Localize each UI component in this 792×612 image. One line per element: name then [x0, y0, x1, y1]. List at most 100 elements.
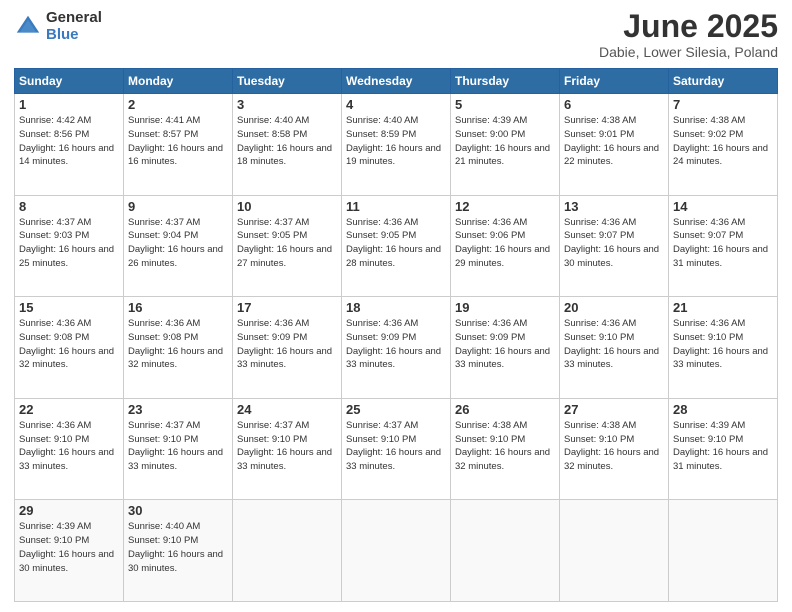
day-detail: Sunrise: 4:39 AMSunset: 9:10 PMDaylight:… — [19, 521, 114, 573]
header-sunday: Sunday — [15, 69, 124, 94]
day-cell — [451, 500, 560, 602]
header-monday: Monday — [124, 69, 233, 94]
day-cell — [342, 500, 451, 602]
day-cell — [560, 500, 669, 602]
header-thursday: Thursday — [451, 69, 560, 94]
day-cell: 5 Sunrise: 4:39 AMSunset: 9:00 PMDayligh… — [451, 94, 560, 196]
logo: General Blue — [14, 10, 102, 43]
day-detail: Sunrise: 4:36 AMSunset: 9:09 PMDaylight:… — [455, 318, 550, 370]
day-number: 17 — [237, 300, 337, 315]
day-detail: Sunrise: 4:36 AMSunset: 9:06 PMDaylight:… — [455, 217, 550, 269]
calendar-header-row: SundayMondayTuesdayWednesdayThursdayFrid… — [15, 69, 778, 94]
day-detail: Sunrise: 4:36 AMSunset: 9:10 PMDaylight:… — [673, 318, 768, 370]
day-detail: Sunrise: 4:38 AMSunset: 9:10 PMDaylight:… — [564, 420, 659, 472]
day-detail: Sunrise: 4:41 AMSunset: 8:57 PMDaylight:… — [128, 115, 223, 167]
day-cell: 25 Sunrise: 4:37 AMSunset: 9:10 PMDaylig… — [342, 398, 451, 500]
logo-blue-text: Blue — [46, 27, 102, 44]
day-cell — [669, 500, 778, 602]
day-detail: Sunrise: 4:38 AMSunset: 9:01 PMDaylight:… — [564, 115, 659, 167]
day-cell: 9 Sunrise: 4:37 AMSunset: 9:04 PMDayligh… — [124, 195, 233, 297]
day-number: 22 — [19, 402, 119, 417]
day-number: 26 — [455, 402, 555, 417]
day-number: 30 — [128, 503, 228, 518]
day-number: 18 — [346, 300, 446, 315]
day-number: 14 — [673, 199, 773, 214]
day-number: 23 — [128, 402, 228, 417]
logo-icon — [14, 13, 42, 41]
day-number: 8 — [19, 199, 119, 214]
header-saturday: Saturday — [669, 69, 778, 94]
day-detail: Sunrise: 4:36 AMSunset: 9:07 PMDaylight:… — [564, 217, 659, 269]
day-number: 1 — [19, 97, 119, 112]
day-cell: 28 Sunrise: 4:39 AMSunset: 9:10 PMDaylig… — [669, 398, 778, 500]
header: General Blue June 2025 Dabie, Lower Sile… — [14, 10, 778, 60]
day-cell: 27 Sunrise: 4:38 AMSunset: 9:10 PMDaylig… — [560, 398, 669, 500]
day-detail: Sunrise: 4:36 AMSunset: 9:05 PMDaylight:… — [346, 217, 441, 269]
page: General Blue June 2025 Dabie, Lower Sile… — [0, 0, 792, 612]
week-row-1: 8 Sunrise: 4:37 AMSunset: 9:03 PMDayligh… — [15, 195, 778, 297]
day-cell: 15 Sunrise: 4:36 AMSunset: 9:08 PMDaylig… — [15, 297, 124, 399]
day-cell: 29 Sunrise: 4:39 AMSunset: 9:10 PMDaylig… — [15, 500, 124, 602]
day-cell: 20 Sunrise: 4:36 AMSunset: 9:10 PMDaylig… — [560, 297, 669, 399]
day-cell: 30 Sunrise: 4:40 AMSunset: 9:10 PMDaylig… — [124, 500, 233, 602]
day-number: 9 — [128, 199, 228, 214]
day-cell: 18 Sunrise: 4:36 AMSunset: 9:09 PMDaylig… — [342, 297, 451, 399]
week-row-4: 29 Sunrise: 4:39 AMSunset: 9:10 PMDaylig… — [15, 500, 778, 602]
day-cell: 11 Sunrise: 4:36 AMSunset: 9:05 PMDaylig… — [342, 195, 451, 297]
day-cell — [233, 500, 342, 602]
day-detail: Sunrise: 4:42 AMSunset: 8:56 PMDaylight:… — [19, 115, 114, 167]
week-row-3: 22 Sunrise: 4:36 AMSunset: 9:10 PMDaylig… — [15, 398, 778, 500]
day-number: 28 — [673, 402, 773, 417]
day-number: 21 — [673, 300, 773, 315]
title-section: June 2025 Dabie, Lower Silesia, Poland — [599, 10, 778, 60]
day-number: 15 — [19, 300, 119, 315]
day-cell: 17 Sunrise: 4:36 AMSunset: 9:09 PMDaylig… — [233, 297, 342, 399]
day-cell: 7 Sunrise: 4:38 AMSunset: 9:02 PMDayligh… — [669, 94, 778, 196]
day-detail: Sunrise: 4:36 AMSunset: 9:08 PMDaylight:… — [128, 318, 223, 370]
day-detail: Sunrise: 4:37 AMSunset: 9:10 PMDaylight:… — [237, 420, 332, 472]
day-cell: 4 Sunrise: 4:40 AMSunset: 8:59 PMDayligh… — [342, 94, 451, 196]
logo-general-text: General — [46, 10, 102, 27]
day-number: 13 — [564, 199, 664, 214]
day-number: 6 — [564, 97, 664, 112]
day-cell: 3 Sunrise: 4:40 AMSunset: 8:58 PMDayligh… — [233, 94, 342, 196]
day-cell: 6 Sunrise: 4:38 AMSunset: 9:01 PMDayligh… — [560, 94, 669, 196]
day-number: 2 — [128, 97, 228, 112]
day-cell: 16 Sunrise: 4:36 AMSunset: 9:08 PMDaylig… — [124, 297, 233, 399]
day-number: 29 — [19, 503, 119, 518]
logo-text: General Blue — [46, 10, 102, 43]
day-cell: 14 Sunrise: 4:36 AMSunset: 9:07 PMDaylig… — [669, 195, 778, 297]
day-detail: Sunrise: 4:40 AMSunset: 8:58 PMDaylight:… — [237, 115, 332, 167]
day-detail: Sunrise: 4:36 AMSunset: 9:10 PMDaylight:… — [564, 318, 659, 370]
day-number: 12 — [455, 199, 555, 214]
day-number: 4 — [346, 97, 446, 112]
calendar-table: SundayMondayTuesdayWednesdayThursdayFrid… — [14, 68, 778, 602]
day-detail: Sunrise: 4:40 AMSunset: 9:10 PMDaylight:… — [128, 521, 223, 573]
week-row-0: 1 Sunrise: 4:42 AMSunset: 8:56 PMDayligh… — [15, 94, 778, 196]
day-detail: Sunrise: 4:36 AMSunset: 9:09 PMDaylight:… — [237, 318, 332, 370]
day-number: 24 — [237, 402, 337, 417]
day-cell: 13 Sunrise: 4:36 AMSunset: 9:07 PMDaylig… — [560, 195, 669, 297]
day-detail: Sunrise: 4:37 AMSunset: 9:10 PMDaylight:… — [346, 420, 441, 472]
day-cell: 10 Sunrise: 4:37 AMSunset: 9:05 PMDaylig… — [233, 195, 342, 297]
day-detail: Sunrise: 4:36 AMSunset: 9:08 PMDaylight:… — [19, 318, 114, 370]
day-cell: 12 Sunrise: 4:36 AMSunset: 9:06 PMDaylig… — [451, 195, 560, 297]
day-detail: Sunrise: 4:39 AMSunset: 9:10 PMDaylight:… — [673, 420, 768, 472]
day-number: 19 — [455, 300, 555, 315]
day-cell: 1 Sunrise: 4:42 AMSunset: 8:56 PMDayligh… — [15, 94, 124, 196]
day-detail: Sunrise: 4:37 AMSunset: 9:03 PMDaylight:… — [19, 217, 114, 269]
day-number: 25 — [346, 402, 446, 417]
day-detail: Sunrise: 4:38 AMSunset: 9:02 PMDaylight:… — [673, 115, 768, 167]
day-cell: 23 Sunrise: 4:37 AMSunset: 9:10 PMDaylig… — [124, 398, 233, 500]
day-detail: Sunrise: 4:37 AMSunset: 9:04 PMDaylight:… — [128, 217, 223, 269]
day-detail: Sunrise: 4:36 AMSunset: 9:07 PMDaylight:… — [673, 217, 768, 269]
header-tuesday: Tuesday — [233, 69, 342, 94]
day-number: 10 — [237, 199, 337, 214]
day-detail: Sunrise: 4:37 AMSunset: 9:05 PMDaylight:… — [237, 217, 332, 269]
day-number: 16 — [128, 300, 228, 315]
day-cell: 26 Sunrise: 4:38 AMSunset: 9:10 PMDaylig… — [451, 398, 560, 500]
day-number: 20 — [564, 300, 664, 315]
day-detail: Sunrise: 4:36 AMSunset: 9:10 PMDaylight:… — [19, 420, 114, 472]
day-number: 7 — [673, 97, 773, 112]
header-wednesday: Wednesday — [342, 69, 451, 94]
